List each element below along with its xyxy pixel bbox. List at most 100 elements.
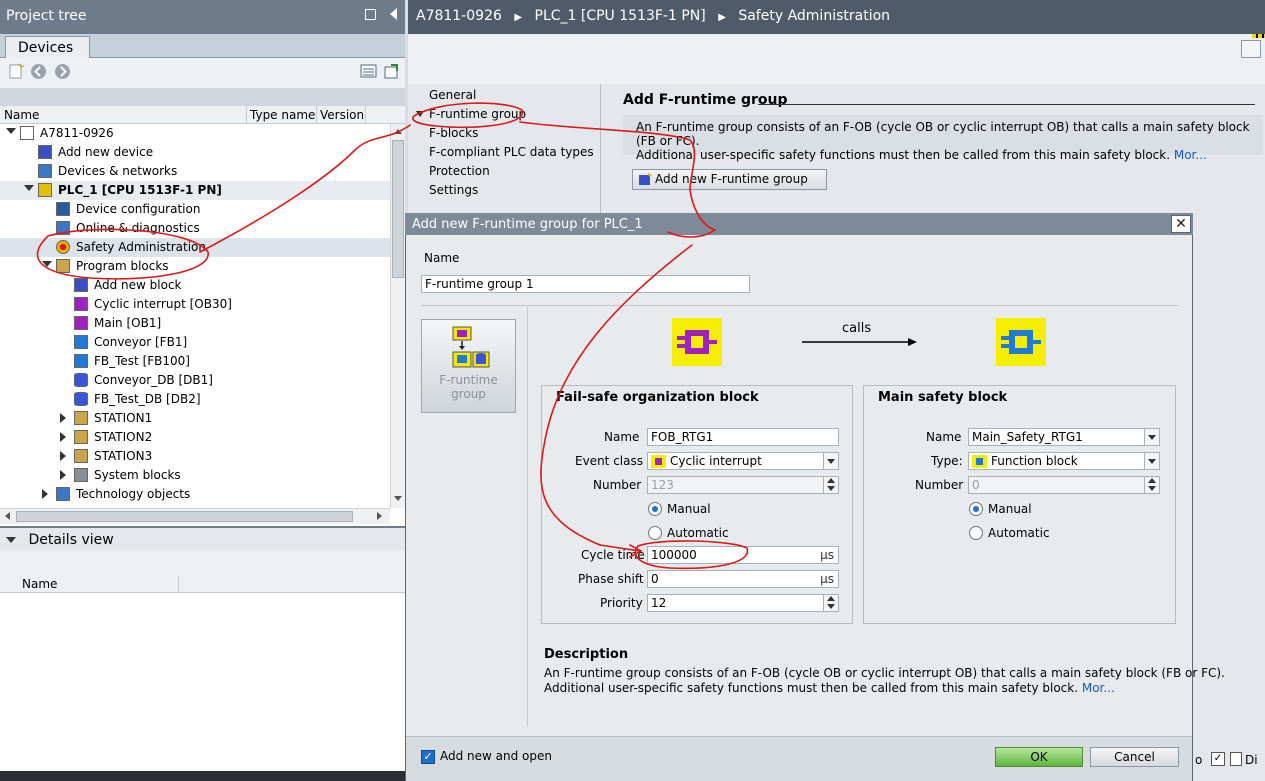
add-new-f-runtime-group-button[interactable]: Add new F-runtime group bbox=[632, 169, 827, 190]
msb-automatic-radio[interactable] bbox=[969, 526, 983, 540]
fob-automatic-radio[interactable] bbox=[648, 526, 662, 540]
tree-horizontal-scrollbar[interactable] bbox=[0, 508, 390, 524]
tree-item[interactable]: Add new device bbox=[0, 143, 390, 162]
priority-input[interactable]: 12 bbox=[647, 594, 839, 612]
tree-item[interactable]: STATION3 bbox=[0, 447, 390, 466]
description-more-link[interactable]: Mor... bbox=[1082, 681, 1115, 695]
nav-settings[interactable]: Settings bbox=[429, 183, 478, 197]
ok-button[interactable]: OK bbox=[995, 747, 1083, 767]
scroll-right-arrow[interactable] bbox=[377, 512, 382, 520]
group-name-input[interactable]: F-runtime group 1 bbox=[421, 275, 750, 293]
expand-open-icon[interactable] bbox=[42, 261, 52, 267]
expand-closed-icon[interactable] bbox=[42, 489, 48, 499]
fob-name-input[interactable]: FOB_RTG1 bbox=[647, 428, 839, 446]
expand-open-icon[interactable] bbox=[24, 185, 34, 191]
tree-item[interactable]: Cyclic interrupt [OB30] bbox=[0, 295, 390, 314]
cycle-time-input[interactable]: 100000 µs bbox=[647, 546, 839, 564]
more-link[interactable]: Mor... bbox=[1174, 148, 1207, 162]
info-line-1: An F-runtime group consists of an F-OB (… bbox=[636, 120, 1250, 148]
window-tab-stripe bbox=[1252, 34, 1265, 38]
msb-manual-radio[interactable] bbox=[969, 502, 983, 516]
back-icon[interactable] bbox=[30, 63, 47, 80]
tree-item[interactable]: FB_Test [FB100] bbox=[0, 352, 390, 371]
details-column-name[interactable]: Name bbox=[22, 577, 57, 591]
column-name[interactable]: Name bbox=[4, 108, 39, 122]
calls-label: calls bbox=[842, 321, 872, 336]
tree-item[interactable]: STATION1 bbox=[0, 409, 390, 428]
msb-number-input[interactable]: 0 bbox=[968, 476, 1160, 494]
tree-item[interactable]: Device configuration bbox=[0, 200, 390, 219]
phase-shift-input[interactable]: 0 µs bbox=[647, 570, 839, 588]
expand-closed-icon[interactable] bbox=[60, 413, 66, 423]
add-new-and-open-checkbox[interactable]: ✓ bbox=[421, 750, 435, 764]
f-runtime-group-button[interactable]: F-runtime group bbox=[421, 319, 516, 413]
tree-item[interactable]: Safety Administration bbox=[0, 238, 390, 257]
restore-window-icon[interactable] bbox=[1241, 40, 1261, 58]
chevron-down-icon[interactable] bbox=[823, 453, 838, 469]
msb-title: Main safety block bbox=[878, 390, 1008, 405]
expand-closed-icon[interactable] bbox=[60, 451, 66, 461]
panel-controls[interactable] bbox=[364, 8, 397, 24]
fob-number-input[interactable]: 123 bbox=[647, 476, 839, 494]
background-tab-1[interactable]: o bbox=[1195, 753, 1202, 767]
tree-item[interactable]: Main [OB1] bbox=[0, 314, 390, 333]
breadcrumb-plc[interactable]: PLC_1 [CPU 1513F-1 PN] bbox=[535, 8, 706, 24]
breadcrumb-page[interactable]: Safety Administration bbox=[738, 8, 890, 24]
phase-shift-unit: µs bbox=[820, 572, 834, 586]
nav-protection[interactable]: Protection bbox=[429, 164, 490, 178]
update-icon[interactable] bbox=[383, 63, 400, 80]
background-tab-2[interactable]: Di bbox=[1245, 753, 1258, 767]
f-runtime-group-label-1: F-runtime bbox=[439, 373, 498, 387]
details-view-header[interactable]: Details view bbox=[0, 526, 405, 550]
tree-item[interactable]: Online & diagnostics bbox=[0, 219, 390, 238]
tree-item[interactable]: System blocks bbox=[0, 466, 390, 485]
number-spinner-icon[interactable] bbox=[823, 477, 838, 493]
tree-item[interactable]: FB_Test_DB [DB2] bbox=[0, 390, 390, 409]
nav-general[interactable]: General bbox=[429, 88, 476, 102]
hscroll-thumb[interactable] bbox=[16, 511, 353, 522]
tree-item[interactable]: Technology objects bbox=[0, 485, 390, 504]
column-type-name[interactable]: Type name bbox=[250, 108, 315, 122]
event-class-select[interactable]: Cyclic interrupt bbox=[647, 452, 839, 470]
msb-number-spinner-icon[interactable] bbox=[1144, 477, 1159, 493]
tab-devices[interactable]: Devices bbox=[5, 36, 90, 59]
chevron-down-icon[interactable] bbox=[1144, 429, 1159, 445]
tree-item[interactable]: PLC_1 [CPU 1513F-1 PN] bbox=[0, 181, 390, 200]
tree-item[interactable]: Devices & networks bbox=[0, 162, 390, 181]
cancel-button[interactable]: Cancel bbox=[1090, 747, 1179, 767]
tree-item[interactable]: Program blocks bbox=[0, 257, 390, 276]
new-item-icon[interactable] bbox=[8, 63, 25, 80]
tree-item[interactable]: Conveyor [FB1] bbox=[0, 333, 390, 352]
expand-open-icon[interactable] bbox=[6, 128, 16, 134]
nav-f-blocks[interactable]: F-blocks bbox=[429, 126, 478, 140]
msb-type-select[interactable]: Function block bbox=[968, 452, 1160, 470]
scroll-thumb[interactable] bbox=[392, 140, 404, 278]
tree-item[interactable]: Add new block bbox=[0, 276, 390, 295]
tree-item[interactable]: STATION2 bbox=[0, 428, 390, 447]
nav-f-runtime-group[interactable]: F-runtime group bbox=[429, 107, 526, 121]
group-folder-icon bbox=[74, 449, 88, 463]
scroll-left-arrow[interactable] bbox=[5, 512, 10, 520]
column-version[interactable]: Version bbox=[320, 108, 364, 122]
scroll-down-arrow[interactable] bbox=[394, 496, 402, 501]
split-view-icon[interactable] bbox=[364, 9, 376, 20]
priority-spinner-icon[interactable] bbox=[823, 595, 838, 611]
nav-f-compliant-data-types[interactable]: F-compliant PLC data types bbox=[429, 145, 594, 159]
tree-item[interactable]: A7811-0926 bbox=[0, 124, 390, 143]
breadcrumb-project[interactable]: A7811-0926 bbox=[416, 8, 502, 24]
dialog-close-icon[interactable]: ✕ bbox=[1171, 215, 1191, 233]
msb-name-select[interactable]: Main_Safety_RTG1 bbox=[968, 428, 1160, 446]
overview-icon[interactable] bbox=[360, 63, 377, 80]
forward-icon[interactable] bbox=[54, 63, 71, 80]
nav-divider[interactable] bbox=[600, 84, 608, 214]
scroll-up-arrow[interactable] bbox=[394, 129, 402, 134]
expand-closed-icon[interactable] bbox=[60, 470, 66, 480]
nav-expand-icon[interactable] bbox=[416, 111, 424, 117]
expand-closed-icon[interactable] bbox=[60, 432, 66, 442]
details-collapse-icon[interactable] bbox=[6, 537, 16, 543]
tree-item[interactable]: Conveyor_DB [DB1] bbox=[0, 371, 390, 390]
tree-vertical-scrollbar[interactable] bbox=[390, 124, 405, 508]
chevron-down-icon[interactable] bbox=[1144, 453, 1159, 469]
collapse-panel-icon[interactable] bbox=[390, 8, 397, 20]
fob-manual-radio[interactable] bbox=[648, 502, 662, 516]
